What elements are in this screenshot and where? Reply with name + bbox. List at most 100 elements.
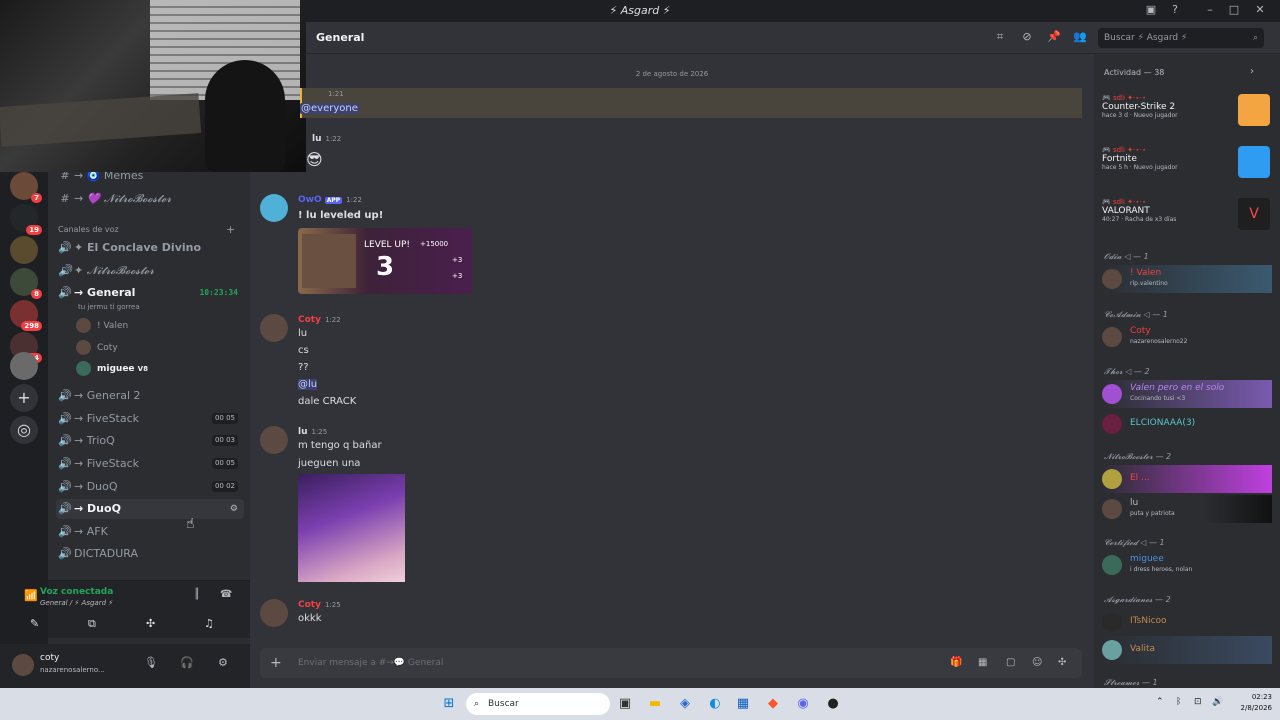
- close-button[interactable]: ✕: [1252, 3, 1268, 16]
- video-icon[interactable]: ✎: [30, 617, 39, 630]
- minimize-button[interactable]: –: [1202, 3, 1218, 16]
- task-view-icon[interactable]: ▣: [616, 695, 634, 713]
- server-icon[interactable]: 19: [10, 204, 42, 235]
- avatar: [76, 318, 91, 333]
- network-icon[interactable]: ⊡: [1194, 697, 1202, 707]
- server-icon[interactable]: 298: [10, 300, 42, 331]
- activity-icon[interactable]: ✣: [146, 617, 155, 630]
- activity-item[interactable]: 🎮 sdli ✦·⋆·⋆ Counter-Strike 2 hace 3 d ·…: [1102, 94, 1270, 138]
- microphone-icon[interactable]: 🎙: [144, 656, 158, 669]
- everyone-mention[interactable]: @everyone: [300, 103, 359, 114]
- voice-location[interactable]: General / ⚡ Asgard ⚡: [40, 599, 113, 607]
- avatar[interactable]: [260, 599, 288, 627]
- avatar[interactable]: [260, 426, 288, 454]
- pin-icon[interactable]: 📌: [1046, 30, 1062, 43]
- voice-channel[interactable]: 🔊 ✦ 𝓝𝓲𝓽𝓻𝓸𝓑𝓸𝓸𝓼𝓽𝓮𝓻: [56, 261, 244, 281]
- avatar[interactable]: [260, 314, 288, 342]
- message-author[interactable]: lu 1:25: [298, 427, 327, 437]
- mute-icon[interactable]: ⊘: [1019, 30, 1035, 43]
- voice-member[interactable]: Coty: [76, 338, 236, 358]
- member-item[interactable]: Valen pero en el solo Cocinando tusi <3: [1102, 380, 1272, 408]
- message-author[interactable]: lu 1:22: [312, 134, 341, 144]
- clock-date: 2/8/2026: [1240, 704, 1272, 712]
- member-item[interactable]: Valita: [1102, 636, 1272, 664]
- discord-icon[interactable]: ◉: [794, 695, 812, 713]
- chevron-up-icon[interactable]: ⌃: [1156, 697, 1164, 707]
- message-author[interactable]: Coty 1:25: [298, 600, 341, 610]
- discover-icon[interactable]: ◎: [10, 416, 38, 444]
- voice-channel[interactable]: 🔊 → FiveStack 00 05: [56, 454, 244, 474]
- channel-label: → FiveStack: [74, 412, 140, 425]
- gif-icon[interactable]: ▦: [978, 648, 987, 678]
- member-item[interactable]: El ...: [1102, 465, 1272, 493]
- voice-channel-general[interactable]: 🔊 → General 10:23:34: [56, 283, 244, 303]
- screen-share-icon[interactable]: ⧉: [88, 617, 96, 631]
- voice-member[interactable]: ! Valen: [76, 316, 236, 336]
- level-up-card[interactable]: LEVEL UP! 3 +15000 +3 +3: [298, 228, 472, 294]
- voice-member[interactable]: miguee V8: [76, 359, 236, 379]
- channel-label: DICTADURA: [74, 547, 139, 560]
- voice-channel[interactable]: 🔊 → TrioQ 00 03: [56, 431, 244, 451]
- settings-icon[interactable]: ⚙: [218, 656, 228, 669]
- taskbar-search[interactable]: ⌕ Buscar: [466, 693, 610, 715]
- server-icon[interactable]: 7: [10, 172, 42, 203]
- member-name: El ...: [1130, 473, 1150, 483]
- add-channel-icon[interactable]: +: [226, 220, 240, 240]
- message-author[interactable]: Coty 1:22: [298, 315, 341, 325]
- chevron-right-icon[interactable]: ›: [1250, 66, 1254, 77]
- start-icon[interactable]: ⊞: [440, 695, 458, 713]
- voice-channel[interactable]: 🔊 → General 2: [56, 386, 244, 406]
- user-mention[interactable]: @lu: [298, 379, 318, 390]
- system-clock[interactable]: 02:23 2/8/2026: [1228, 692, 1272, 714]
- members-icon[interactable]: 👥: [1072, 30, 1088, 43]
- server-icon[interactable]: [10, 236, 38, 264]
- inbox-icon[interactable]: ▣: [1143, 3, 1159, 16]
- message-author[interactable]: OwO APP 1:22: [298, 195, 362, 205]
- threads-icon[interactable]: ⌗: [992, 30, 1008, 44]
- member-item[interactable]: ELCIONAAA(3): [1102, 410, 1272, 438]
- voice-channel[interactable]: 🔊 ✦ El Conclave Divino: [56, 238, 244, 258]
- volume-icon[interactable]: 🔊: [1212, 697, 1223, 707]
- voice-category[interactable]: Canales de voz: [58, 225, 119, 234]
- activity-item[interactable]: 🎮 sdli ✦·⋆·⋆ Fortnite hace 5 h · Nuevo j…: [1102, 146, 1270, 190]
- voice-channel-hover[interactable]: 🔊 → DuoQ ⚙: [56, 499, 244, 519]
- add-server-icon[interactable]: +: [10, 384, 38, 412]
- member-item[interactable]: ITsNicoo: [1102, 608, 1272, 636]
- avatar[interactable]: [260, 194, 288, 222]
- bluetooth-icon[interactable]: ᛒ: [1176, 697, 1181, 707]
- server-icon[interactable]: 8: [10, 268, 42, 299]
- help-icon[interactable]: ?: [1167, 3, 1183, 16]
- voice-channel[interactable]: 🔊 → AFK: [56, 522, 244, 542]
- member-item[interactable]: ! Valen rip.valentino: [1102, 265, 1272, 293]
- message-input[interactable]: + Enviar mensaje a #→💬 General 🎁 ▦ ▢ ☺ ✣: [260, 648, 1082, 678]
- add-attachment-icon[interactable]: +: [270, 648, 282, 678]
- gift-icon[interactable]: 🎁: [950, 648, 962, 678]
- member-item[interactable]: lu puta y patriota: [1102, 495, 1272, 523]
- brave-icon[interactable]: ◆: [764, 695, 782, 713]
- voice-channel[interactable]: 🔊 DICTADURA: [56, 544, 244, 564]
- soundboard-icon[interactable]: ♫: [204, 617, 214, 630]
- store-icon[interactable]: ▦: [734, 695, 752, 713]
- server-icon[interactable]: [10, 352, 38, 380]
- copilot-icon[interactable]: ◈: [676, 695, 694, 713]
- search-input[interactable]: Buscar ⚡ Asgard ⚡ ⌕: [1098, 28, 1264, 48]
- member-item[interactable]: Coty nazarenosalerno22: [1102, 323, 1272, 351]
- noise-icon[interactable]: ║: [194, 589, 200, 600]
- file-explorer-icon[interactable]: ▬: [646, 695, 664, 713]
- voice-channel[interactable]: 🔊 → FiveStack 00 05: [56, 409, 244, 429]
- channel-settings-icon[interactable]: ⚙: [230, 499, 238, 519]
- emoji-icon[interactable]: ☺: [1032, 648, 1042, 678]
- edge-icon[interactable]: ◐: [706, 695, 724, 713]
- sticker-icon[interactable]: ▢: [1006, 648, 1015, 678]
- maximize-button[interactable]: □: [1226, 3, 1242, 16]
- headphones-icon[interactable]: 🎧: [180, 656, 194, 669]
- activity-item[interactable]: 🎮 sdli ✦·⋆·⋆ VALORANT 40:27 · Racha de x…: [1102, 198, 1270, 242]
- member-item[interactable]: miguee i dress heroes, nolan: [1102, 551, 1272, 579]
- voice-channel[interactable]: 🔊 → DuoQ 00 02: [56, 477, 244, 497]
- disconnect-icon[interactable]: ☎: [220, 589, 232, 600]
- steam-icon[interactable]: ●: [824, 695, 842, 713]
- image-attachment[interactable]: [298, 474, 405, 582]
- text-channel-nitrobooster[interactable]: # → 💜 𝓝𝓲𝓽𝓻𝓸𝓑𝓸𝓸𝓼𝓽𝓮𝓻: [56, 189, 244, 209]
- avatar[interactable]: [12, 654, 34, 676]
- apps-icon[interactable]: ✣: [1058, 648, 1066, 678]
